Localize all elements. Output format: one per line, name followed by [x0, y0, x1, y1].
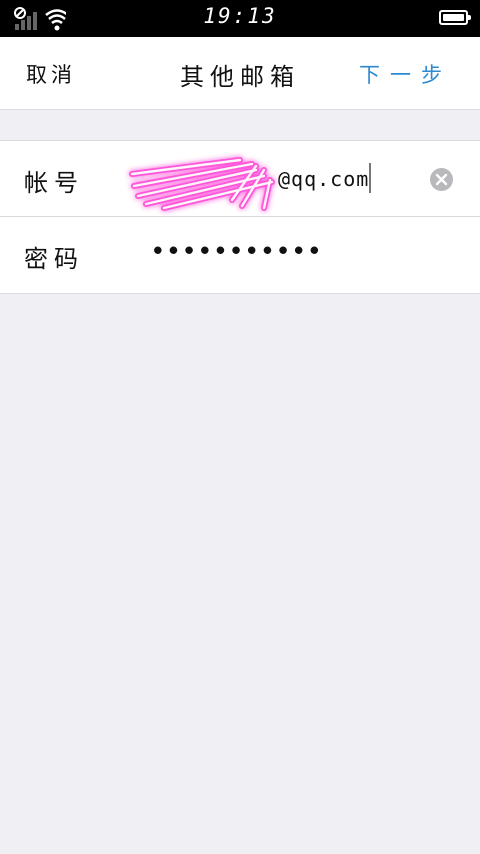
text-cursor	[369, 163, 371, 193]
next-step-button[interactable]: 下一步	[359, 59, 452, 89]
clear-circle-icon[interactable]	[430, 168, 453, 191]
navigation-bar: 取消 其他邮箱 下一步	[0, 37, 480, 110]
password-label: 密码	[24, 245, 84, 273]
battery-level	[443, 14, 464, 21]
clear-x-icon	[435, 173, 448, 186]
battery-icon	[439, 10, 471, 25]
password-input[interactable]: •••••••••••	[150, 237, 322, 267]
account-input[interactable]: @qq.com	[278, 167, 369, 191]
redaction-scribble	[129, 157, 275, 211]
battery-tip	[468, 15, 471, 20]
account-label: 帐号	[24, 169, 84, 197]
status-time: 19:13	[203, 4, 277, 28]
status-bar: 19:13	[0, 0, 480, 37]
password-row[interactable]: 密码 •••••••••••	[0, 217, 480, 293]
